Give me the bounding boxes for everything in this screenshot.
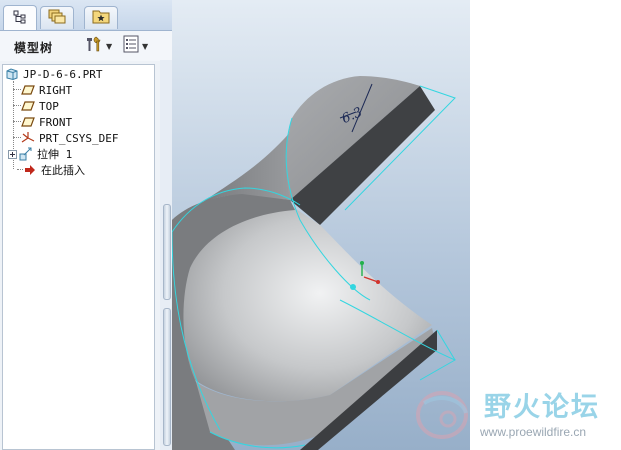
tree-item-label: 拉伸 1	[37, 148, 73, 161]
model-tree: JP-D-6-6.PRT RIGHT TOP FRONT PRT_CSYS_DE…	[2, 64, 155, 450]
tree-item-front[interactable]: FRONT	[21, 114, 72, 130]
part-icon	[5, 67, 19, 81]
tree-connector	[13, 137, 21, 138]
tree-connector	[13, 89, 21, 90]
tree-item-label: FRONT	[39, 115, 73, 129]
navigator-panel: 模型树 ▼ ▼ JP-D-6-6.PRT RIGHT TOP FRONT PRT…	[0, 0, 172, 450]
insert-here-icon	[23, 163, 37, 177]
sash-handle-lower[interactable]	[163, 308, 171, 446]
expand-icon[interactable]	[7, 147, 17, 161]
tree-item-label: RIGHT	[39, 83, 73, 97]
datum-plane-icon	[21, 83, 35, 97]
tree-connector	[13, 105, 21, 106]
forum-watermark: 野火论坛 www.proewildfire.cn	[410, 383, 618, 445]
favorites-tab[interactable]	[84, 6, 118, 29]
panel-sash[interactable]	[160, 60, 172, 450]
watermark-logo-icon	[416, 391, 468, 439]
watermark-title: 野火论坛	[484, 392, 600, 423]
tree-item-label: PRT_CSYS_DEF	[39, 131, 119, 145]
extrude-icon	[19, 147, 33, 161]
tree-item-csys[interactable]: PRT_CSYS_DEF	[21, 130, 118, 146]
list-icon	[122, 35, 140, 57]
tree-root-label: JP-D-6-6.PRT	[23, 67, 103, 81]
sash-handle-upper[interactable]	[163, 204, 171, 300]
star-folder-icon	[92, 8, 110, 28]
tree-item-insert-here[interactable]: 在此插入	[23, 162, 85, 178]
tree-item-top[interactable]: TOP	[21, 98, 59, 114]
model-tree-title: 模型树	[14, 41, 54, 55]
navigator-tabbar	[0, 0, 172, 31]
chevron-down-icon: ▼	[106, 41, 113, 51]
folder-browser-tab[interactable]	[40, 6, 74, 29]
tree-connector	[13, 121, 21, 122]
chevron-down-icon: ▼	[142, 41, 149, 51]
tree-settings-button[interactable]: ▼	[84, 36, 116, 56]
tree-item-right[interactable]: RIGHT	[21, 82, 72, 98]
tools-icon	[84, 35, 104, 57]
tree-item-extrude[interactable]: 拉伸 1	[7, 146, 72, 162]
tree-show-button[interactable]: ▼	[122, 35, 156, 57]
tree-item-label: TOP	[39, 99, 59, 113]
tree-icon	[13, 9, 27, 28]
datum-plane-icon	[21, 99, 35, 113]
model-tree-tab[interactable]	[3, 5, 37, 30]
model-tree-toolbar: 模型树 ▼ ▼	[0, 31, 172, 61]
csys-icon	[21, 131, 35, 145]
watermark-url: www.proewildfire.cn	[480, 425, 587, 439]
tree-item-label: 在此插入	[41, 164, 85, 177]
tree-root-part[interactable]: JP-D-6-6.PRT	[5, 66, 102, 82]
folders-icon	[48, 8, 66, 28]
datum-plane-icon	[21, 115, 35, 129]
